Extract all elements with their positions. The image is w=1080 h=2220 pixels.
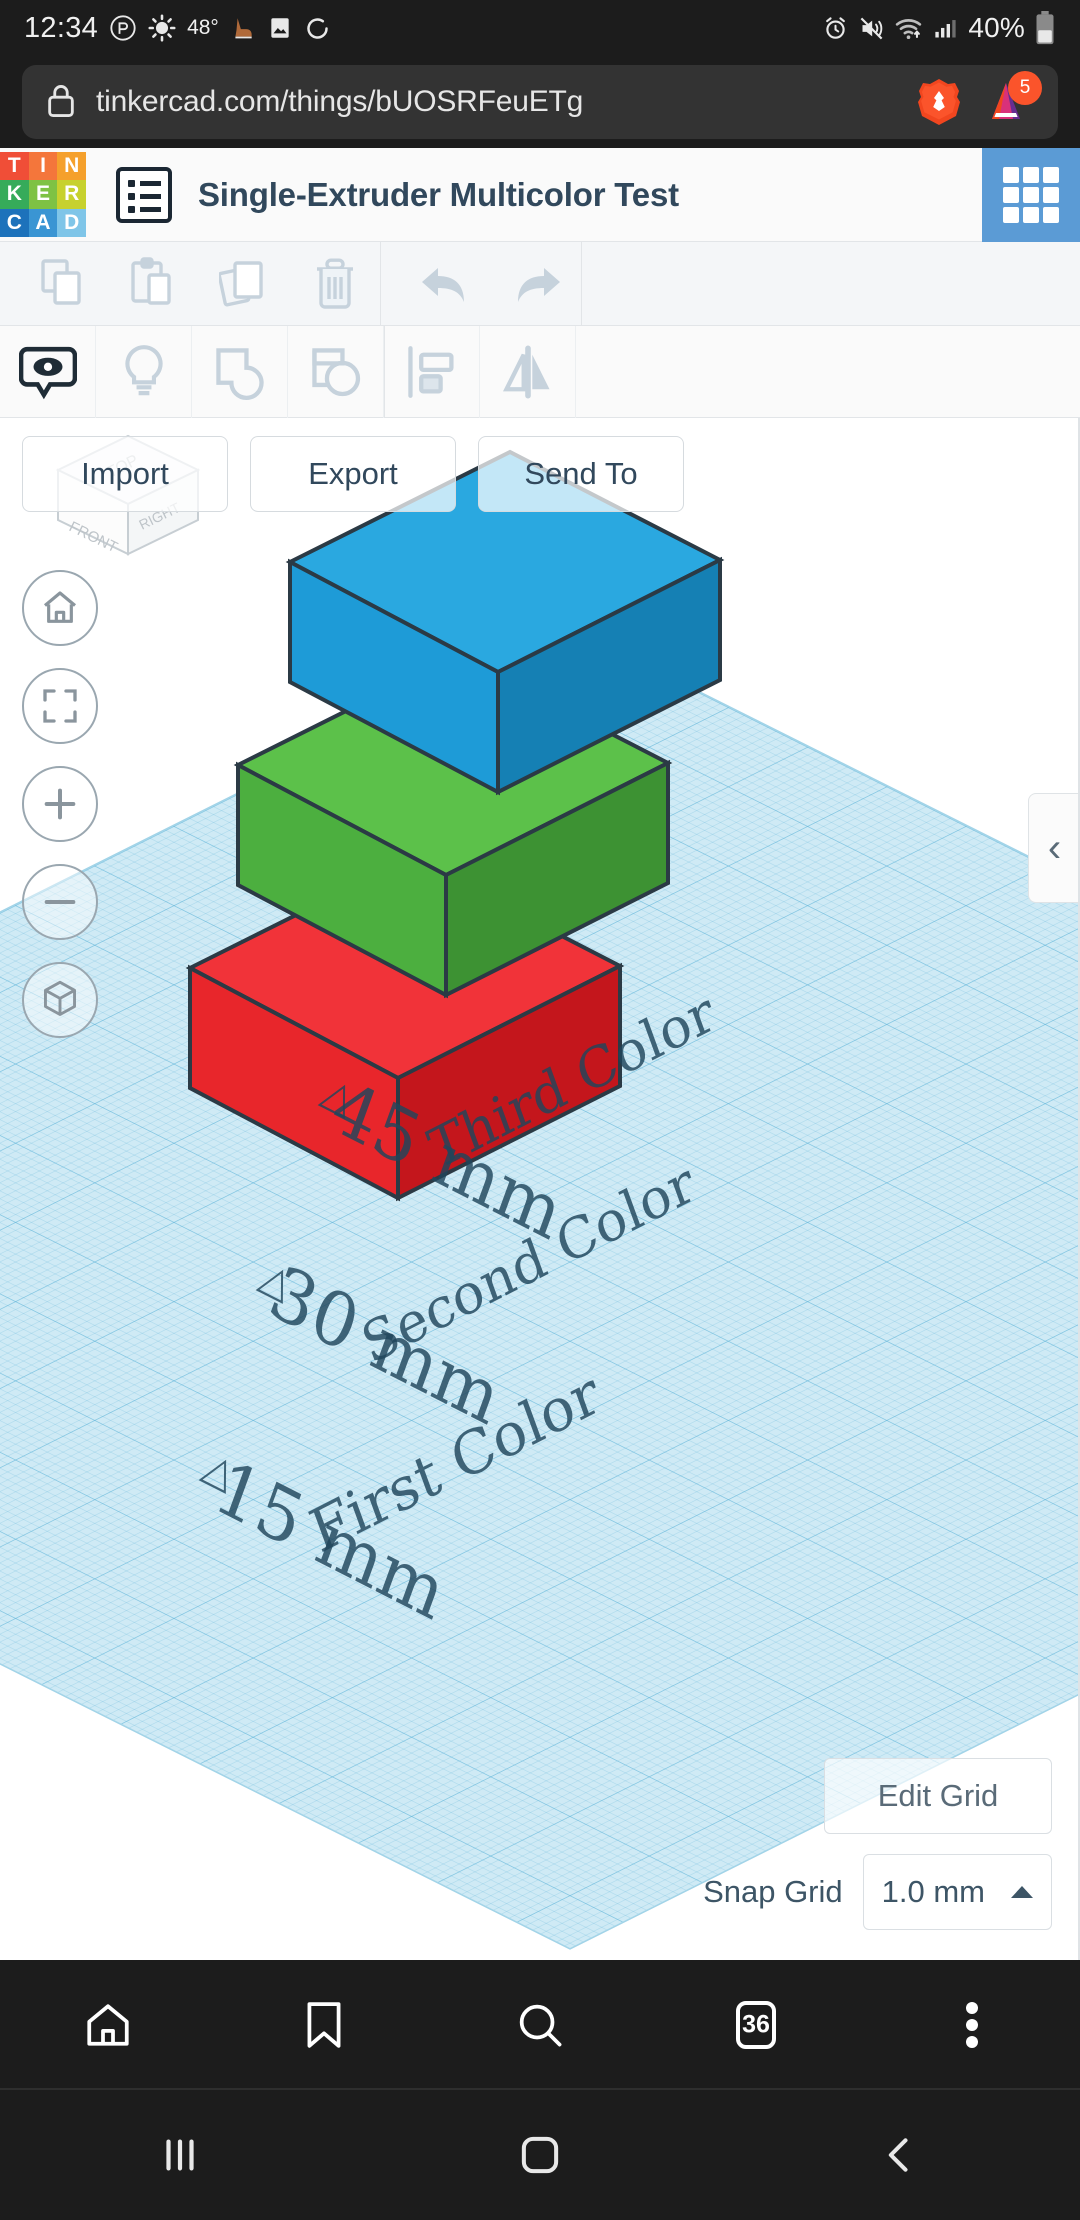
lightbulb-icon[interactable] [96, 325, 192, 418]
rewards-badge: 5 [1008, 71, 1042, 105]
zoom-in-icon[interactable] [22, 766, 98, 842]
model-objects: First Color 15 mm △ Second Color 30 mm △ [0, 418, 1080, 1960]
export-button[interactable]: Export [250, 436, 456, 512]
battery-icon [1034, 11, 1056, 45]
fit-to-view-icon[interactable] [22, 668, 98, 744]
snap-grid-value: 1.0 mm [881, 1874, 985, 1909]
url-text: tinkercad.com/things/bUOSRFeuETg [96, 85, 584, 118]
duplicate-icon[interactable] [200, 242, 290, 326]
browser-toolbar: tinkercad.com/things/bUOSRFeuETg 5 [0, 56, 1080, 148]
wifi-icon [894, 14, 923, 43]
status-time: 12:34 [24, 11, 99, 44]
import-button[interactable]: Import [22, 436, 228, 512]
snap-grid-row: Snap Grid 1.0 mm [703, 1854, 1052, 1930]
weather-temperature: 48° [187, 16, 219, 39]
ungroup-shapes-icon[interactable] [288, 325, 384, 418]
android-system-nav [0, 2090, 1080, 2220]
alarm-icon [822, 15, 849, 42]
view-navigation-controls [22, 570, 98, 1038]
mirror-flip-icon[interactable] [480, 325, 576, 418]
paste-icon[interactable] [110, 242, 200, 326]
brightness-icon [148, 14, 176, 42]
search-icon[interactable] [495, 1980, 585, 2070]
list-menu-icon[interactable] [116, 166, 172, 223]
apps-grid-icon[interactable] [982, 147, 1080, 242]
sync-icon [304, 15, 331, 42]
ortho-perspective-icon[interactable] [22, 962, 98, 1038]
tinkercad-header: T I N K E R C A D Single-Extruder Multic… [0, 147, 1080, 242]
send-to-button[interactable]: Send To [478, 436, 684, 512]
phone-screen: 12:34 48° 40% tinkercad.com/things/bUOSR… [0, 0, 1080, 2220]
brave-lion-icon[interactable] [916, 78, 962, 126]
bookmark-icon[interactable] [279, 1980, 369, 2070]
logo-tile-e: E [28, 180, 58, 209]
logo-tile-i: I [28, 151, 58, 181]
home-icon[interactable] [63, 1980, 153, 2070]
chevron-left-icon[interactable]: ‹ [1028, 793, 1080, 903]
browser-bottom-nav: 36 [0, 1960, 1080, 2090]
undo-arrow-icon[interactable] [401, 242, 491, 326]
logo-tile-r: R [57, 180, 86, 209]
lock-icon [44, 81, 78, 124]
visibility-eye-icon[interactable] [0, 325, 96, 418]
edit-toolbar [0, 241, 1080, 326]
align-icon[interactable] [384, 325, 480, 418]
brave-rewards-triangle-icon[interactable]: 5 [980, 71, 1042, 127]
cellular-signal-icon [932, 15, 959, 42]
shape-toolbar [0, 325, 1080, 418]
file-actions-bar: Import Export Send To [22, 436, 684, 512]
more-menu-icon[interactable] [927, 1980, 1017, 2070]
edit-grid-button[interactable]: Edit Grid [824, 1758, 1052, 1834]
image-icon [267, 15, 293, 41]
delete-trash-icon[interactable] [290, 242, 380, 326]
mute-vibrate-icon [858, 15, 885, 42]
tinkercad-logo[interactable]: T I N K E R C A D [0, 151, 86, 238]
logo-tile-a: A [28, 208, 58, 238]
caret-up-icon [1011, 1886, 1033, 1898]
battery-percent: 40% [968, 12, 1025, 43]
logo-tile-t: T [0, 151, 29, 181]
home-view-icon[interactable] [22, 570, 98, 646]
logo-tile-n: N [57, 151, 86, 181]
logo-tile-k: K [0, 180, 29, 209]
zoom-out-icon[interactable] [22, 864, 98, 940]
home-square-icon[interactable] [495, 2110, 585, 2200]
recents-icon[interactable] [135, 2110, 225, 2200]
group-shapes-icon[interactable] [192, 325, 288, 418]
3d-workspace-canvas[interactable]: First Color 15 mm △ Second Color 30 mm △ [0, 418, 1080, 1960]
copy-icon[interactable] [20, 242, 110, 326]
address-bar[interactable]: tinkercad.com/things/bUOSRFeuETg 5 [22, 65, 1058, 139]
redo-arrow-icon[interactable] [491, 242, 581, 326]
page-title[interactable]: Single-Extruder Multicolor Test [198, 176, 679, 214]
back-chevron-icon[interactable] [855, 2110, 945, 2200]
snap-grid-label: Snap Grid [703, 1874, 843, 1909]
android-status-bar: 12:34 48° 40% [0, 0, 1080, 56]
snap-grid-select[interactable]: 1.0 mm [862, 1854, 1052, 1930]
data-saver-icon [109, 14, 137, 42]
logo-tile-c: C [0, 208, 29, 238]
tab-count: 36 [742, 2010, 770, 2039]
boot-icon [230, 15, 256, 41]
tabs-icon[interactable]: 36 [711, 1980, 801, 2070]
logo-tile-d: D [57, 208, 86, 238]
